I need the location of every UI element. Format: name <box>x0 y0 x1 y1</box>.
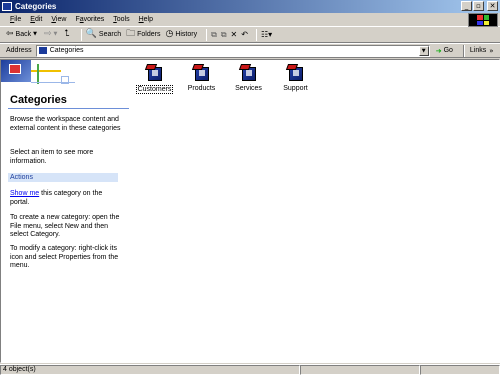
minimize-button[interactable]: _ <box>461 1 472 11</box>
category-folder-icon <box>144 64 164 81</box>
forward-button[interactable]: ⇨ ▼ <box>44 30 59 39</box>
banner-graphic <box>1 60 76 92</box>
undo-icon[interactable]: ↶ <box>241 30 248 39</box>
status-zone <box>420 365 500 375</box>
status-bar: 4 object(s) <box>0 364 500 375</box>
folder-view: Categories Browse the workspace content … <box>0 59 500 363</box>
delete-icon[interactable]: ✕ <box>231 30 238 39</box>
chevron-down-icon[interactable]: ▼ <box>33 32 37 37</box>
status-panel <box>300 365 420 375</box>
category-services[interactable]: Services <box>225 64 272 94</box>
show-me-link[interactable]: Show me <box>10 190 39 197</box>
create-instructions: To create a new category: open the File … <box>10 214 120 238</box>
category-label: Support <box>283 85 308 92</box>
back-arrow-icon: ⇦ <box>6 29 14 39</box>
close-button[interactable]: ✕ <box>487 1 498 11</box>
folder-icon <box>2 2 12 11</box>
toolbar-separator <box>206 28 208 41</box>
title-bar: Categories _ ▫ ✕ <box>0 0 500 13</box>
pane-select-hint: Select an item to see more information. <box>10 149 94 165</box>
folders-button[interactable]: 🗀 Folders <box>126 30 160 39</box>
folders-label: Folders <box>137 31 161 38</box>
modify-instructions: To modify a category: right-click its ic… <box>10 245 119 269</box>
search-button[interactable]: 🔍 Search <box>86 30 121 39</box>
go-arrow-icon: ➔ <box>435 46 442 55</box>
windows-flag-icon <box>477 15 489 25</box>
up-folder-icon: ⮤ <box>64 29 70 39</box>
pane-title: Categories <box>10 94 67 106</box>
category-folder-icon <box>238 64 258 81</box>
web-view-pane: Categories Browse the workspace content … <box>1 60 129 362</box>
pane-description: Browse the workspace content and externa… <box>10 116 121 132</box>
history-button[interactable]: ◷ History <box>165 30 197 39</box>
category-support[interactable]: Support <box>272 64 319 94</box>
address-field[interactable]: Categories ▼ <box>35 44 430 57</box>
address-value: Categories <box>49 47 84 54</box>
history-icon: ◷ <box>165 29 174 39</box>
show-me-text: Show me this category on the portal. <box>10 190 122 207</box>
chevron-right-icon[interactable]: » <box>489 47 493 55</box>
forward-arrow-icon: ⇨ <box>43 29 52 39</box>
chevron-down-icon[interactable]: ▼ <box>418 45 429 56</box>
go-button[interactable]: ➔ Go <box>436 47 453 55</box>
history-label: History <box>175 31 198 38</box>
window-controls: _ ▫ ✕ <box>461 1 498 11</box>
actions-header: Actions <box>8 173 118 182</box>
chevron-down-icon[interactable]: ▼ <box>54 32 58 37</box>
toolbar-separator <box>462 44 465 57</box>
go-label: Go <box>443 47 453 54</box>
back-label: Back <box>15 31 32 38</box>
copy-to-icon[interactable]: ⧉ <box>221 30 227 40</box>
status-object-count: 4 object(s) <box>0 365 300 375</box>
windows-logo <box>468 13 498 27</box>
window-title: Categories <box>15 2 57 11</box>
category-folder-icon <box>285 64 305 81</box>
category-folder-icon <box>191 64 211 81</box>
category-products[interactable]: Products <box>178 64 225 94</box>
menu-file[interactable]: File <box>10 16 21 23</box>
menu-help[interactable]: Help <box>139 16 153 23</box>
menu-tools[interactable]: Tools <box>113 16 129 23</box>
maximize-button[interactable]: ▫ <box>473 1 484 11</box>
up-folder-button[interactable]: ⮤ <box>64 30 71 39</box>
back-button[interactable]: ⇦ Back ▼ <box>6 30 39 39</box>
menu-edit[interactable]: Edit <box>30 16 42 23</box>
folder-icon <box>38 47 47 54</box>
search-icon: 🔍 <box>85 29 97 39</box>
toolbar-separator <box>80 28 82 41</box>
address-bar: Address Categories ▼ ➔ Go Links » <box>0 43 500 58</box>
views-icon[interactable]: ☷▾ <box>261 30 272 39</box>
category-label: Customers <box>135 85 174 94</box>
search-label: Search <box>98 31 122 38</box>
toolbar-separator <box>255 28 257 41</box>
category-customers[interactable]: Customers <box>131 64 178 94</box>
category-label: Products <box>187 85 216 92</box>
standard-toolbar: ⇦ Back ▼ ⇨ ▼ ⮤ 🔍 Search 🗀 Folders ◷ Hist… <box>0 27 500 43</box>
category-icons: Customers Products Services Support <box>131 64 319 94</box>
menu-view[interactable]: View <box>51 16 66 23</box>
move-to-icon[interactable]: ⧉ <box>211 30 217 40</box>
menu-bar: File Edit View Favorites Tools Help <box>0 13 500 27</box>
folders-icon: 🗀 <box>126 29 136 39</box>
menu-favorites[interactable]: Favorites <box>75 16 104 23</box>
links-button[interactable]: Links <box>470 47 486 54</box>
category-label: Services <box>235 85 262 92</box>
address-label: Address <box>6 47 32 54</box>
divider <box>8 108 129 109</box>
